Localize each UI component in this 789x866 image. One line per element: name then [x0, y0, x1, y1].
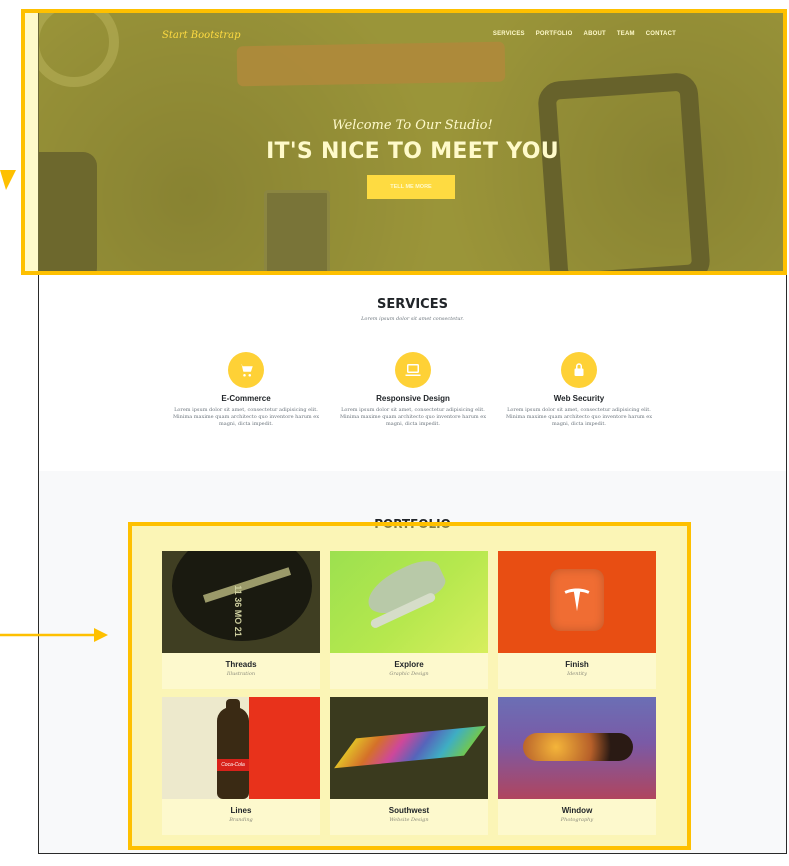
- services-section: SERVICES Lorem ipsum dolor sit amet cons…: [39, 275, 786, 471]
- portfolio-caption: Southwest Website Design: [330, 799, 488, 835]
- portfolio-item-threads[interactable]: 11 36 MO 21 Threads Illustration: [162, 551, 320, 689]
- service-name: Responsive Design: [376, 394, 450, 403]
- service-responsive-design: Responsive Design Lorem ipsum dolor sit …: [333, 352, 493, 428]
- portfolio-category: Illustration: [226, 671, 256, 677]
- portfolio-thumbnail[interactable]: [498, 697, 656, 799]
- services-subtitle: Lorem ipsum dolor sit amet consectetur.: [361, 316, 464, 322]
- portfolio-category: Branding: [229, 817, 253, 823]
- lock-icon: [561, 352, 597, 388]
- arrow-icon: [0, 170, 16, 190]
- portfolio-category: Graphic Design: [389, 671, 429, 677]
- portfolio-caption: Lines Branding: [162, 799, 320, 835]
- portfolio-item-southwest[interactable]: Southwest Website Design: [330, 697, 488, 835]
- shopping-cart-icon: [228, 352, 264, 388]
- portfolio-title-text: Southwest: [388, 806, 430, 815]
- portfolio-caption: Explore Graphic Design: [330, 653, 488, 689]
- bottle-label: Coca-Cola: [217, 759, 249, 771]
- service-name: Web Security: [553, 394, 605, 403]
- portfolio-title-text: Window: [561, 806, 593, 815]
- service-desc: Lorem ipsum dolor sit amet, consectetur …: [339, 407, 487, 427]
- portfolio-title-text: Explore: [394, 660, 424, 669]
- portfolio-item-finish[interactable]: Finish Identity: [498, 551, 656, 689]
- service-web-security: Web Security Lorem ipsum dolor sit amet,…: [499, 352, 659, 428]
- portfolio-item-window[interactable]: Window Photography: [498, 697, 656, 835]
- decor-orb: [523, 733, 633, 761]
- services-title: SERVICES: [377, 297, 448, 312]
- portfolio-category: Identity: [567, 671, 587, 677]
- portfolio-caption: Finish Identity: [498, 653, 656, 689]
- portfolio-category: Photography: [560, 817, 594, 823]
- service-desc: Lorem ipsum dolor sit amet, consectetur …: [505, 407, 653, 427]
- arrow-right-icon: [0, 628, 108, 642]
- portfolio-thumbnail[interactable]: Coca-Cola: [162, 697, 320, 799]
- service-desc: Lorem ipsum dolor sit amet, consectetur …: [172, 407, 320, 427]
- hero-highlight-box: [21, 9, 787, 275]
- portfolio-caption: Window Photography: [498, 799, 656, 835]
- portfolio-thumbnail[interactable]: [498, 551, 656, 653]
- decor-prism: [334, 725, 486, 769]
- portfolio-caption: Threads Illustration: [162, 653, 320, 689]
- service-ecommerce: E-Commerce Lorem ipsum dolor sit amet, c…: [166, 352, 326, 428]
- portfolio-title-text: Finish: [565, 660, 589, 669]
- portfolio-thumbnail[interactable]: [330, 551, 488, 653]
- service-name: E-Commerce: [221, 394, 271, 403]
- portfolio-category: Website Design: [389, 817, 429, 823]
- decor-bottle: [217, 707, 249, 799]
- laptop-icon: [395, 352, 431, 388]
- tesla-logo-icon: [550, 569, 604, 631]
- portfolio-item-lines[interactable]: Coca-Cola Lines Branding: [162, 697, 320, 835]
- portfolio-item-explore[interactable]: Explore Graphic Design: [330, 551, 488, 689]
- portfolio-title-text: Lines: [230, 806, 252, 815]
- portfolio-thumbnail[interactable]: [330, 697, 488, 799]
- portfolio-thumbnail[interactable]: 11 36 MO 21: [162, 551, 320, 653]
- watch-text: 11 36 MO 21: [232, 585, 243, 637]
- portfolio-title-text: Threads: [225, 660, 257, 669]
